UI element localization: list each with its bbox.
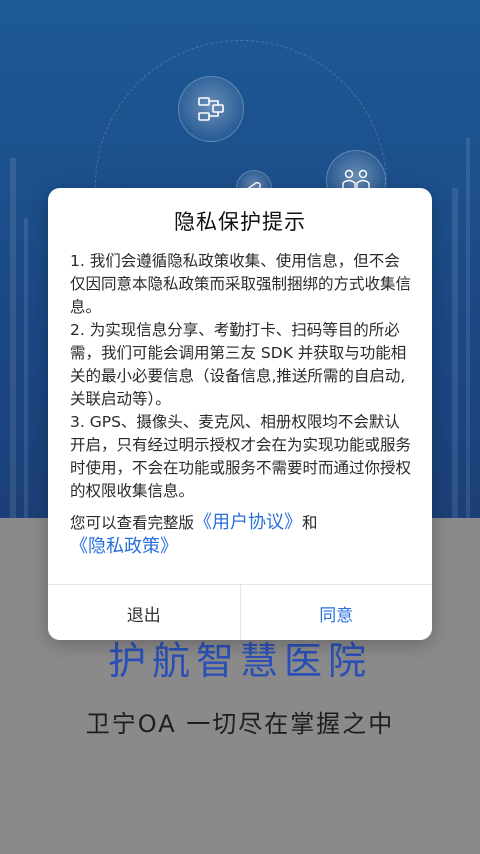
user-agreement-link[interactable]: 《用户协议》 bbox=[194, 512, 302, 533]
agreement-links: 您可以查看完整版《用户协议》和 《隐私政策》 bbox=[70, 511, 412, 559]
dialog-title: 隐私保护提示 bbox=[174, 210, 306, 234]
dialog-body: 1. 我们会遵循隐私政策收集、使用信息，但不会仅因同意本隐私政策而采取强制捆绑的… bbox=[70, 250, 412, 559]
decorative-bar bbox=[24, 218, 28, 518]
privacy-point-1: 1. 我们会遵循隐私政策收集、使用信息，但不会仅因同意本隐私政策而采取强制捆绑的… bbox=[70, 252, 412, 316]
exit-button[interactable]: 退出 bbox=[48, 585, 241, 640]
privacy-point-2: 2. 为实现信息分享、考勤打卡、扫码等目的所必需，我们可能会调用第三友 SDK … bbox=[70, 321, 407, 408]
decorative-bar bbox=[466, 138, 470, 518]
privacy-point-3: 3. GPS、摄像头、麦克风、相册权限均不会默认开启，只有经过明示授权才会在为实… bbox=[70, 413, 412, 500]
app-slogan: 卫宁OA 一切尽在掌握之中 bbox=[85, 710, 395, 738]
dialog-buttons: 退出 同意 bbox=[48, 584, 432, 640]
workflow-icon bbox=[178, 76, 244, 142]
privacy-policy-link[interactable]: 《隐私政策》 bbox=[70, 536, 178, 557]
privacy-dialog: 隐私保护提示 1. 我们会遵循隐私政策收集、使用信息，但不会仅因同意本隐私政策而… bbox=[48, 188, 432, 640]
links-connector: 和 bbox=[302, 514, 318, 532]
agree-button[interactable]: 同意 bbox=[240, 585, 432, 640]
decorative-bar bbox=[452, 188, 458, 518]
decorative-bar bbox=[10, 158, 16, 518]
links-prefix: 您可以查看完整版 bbox=[70, 514, 195, 532]
